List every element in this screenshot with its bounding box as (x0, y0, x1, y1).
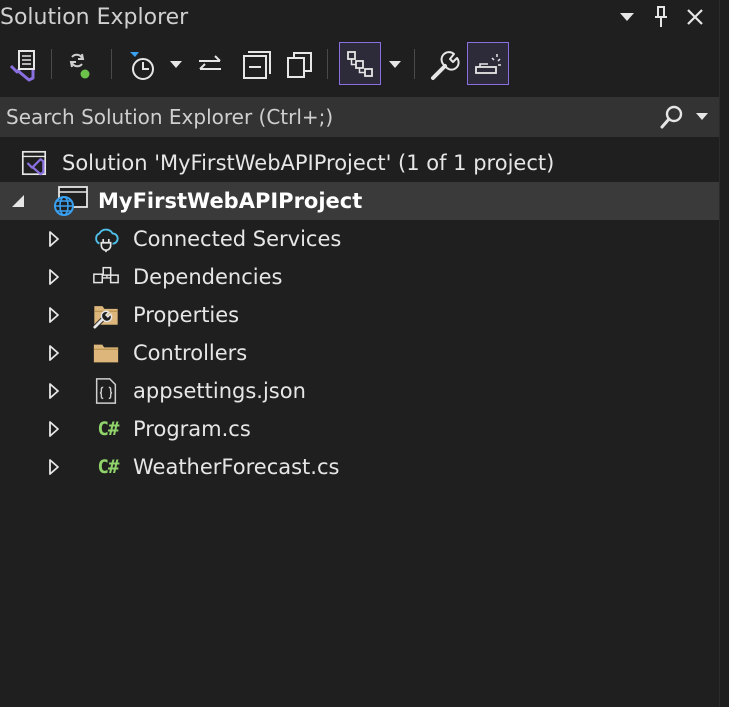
tree-node-solution[interactable]: Solution 'MyFirstWebAPIProject' (1 of 1 … (0, 144, 719, 182)
preview-selected-items-button[interactable] (467, 42, 509, 85)
close-icon (687, 9, 703, 25)
search-input[interactable] (6, 97, 646, 137)
tree-node-dependencies[interactable]: Dependencies (0, 258, 719, 296)
show-hierarchy-button[interactable] (339, 42, 381, 85)
properties-button[interactable] (422, 43, 466, 87)
chevron-down-icon (696, 113, 708, 120)
tree-node-label: WeatherForecast.cs (133, 455, 340, 479)
tree-node-label: Program.cs (133, 417, 251, 441)
vs-solution-icon (20, 149, 48, 177)
tree-node-label: MyFirstWebAPIProject (98, 189, 363, 213)
close-button[interactable] (682, 4, 708, 30)
tree-node-label: appsettings.json (133, 379, 306, 403)
arrows-left-right-icon (199, 55, 221, 70)
preview-icon (475, 53, 501, 74)
title-bar: Solution Explorer (0, 0, 729, 36)
search-button[interactable] (656, 103, 688, 131)
show-all-files-button[interactable] (277, 43, 321, 87)
hierarchy-icon (347, 50, 373, 77)
pending-changes-filter-dropdown[interactable] (166, 43, 186, 87)
collapsed-arrow-icon[interactable] (46, 230, 62, 248)
toolbar-separator (327, 49, 328, 79)
show-hierarchy-dropdown[interactable] (385, 43, 405, 87)
tree-node-connected-services[interactable]: Connected Services (0, 220, 719, 258)
tree-node-label: Properties (133, 303, 240, 327)
chevron-down-icon (389, 61, 401, 68)
tree-node-program-cs[interactable]: C# Program.cs (0, 410, 719, 448)
collapsed-arrow-icon[interactable] (46, 306, 62, 324)
tree-node-label: Solution 'MyFirstWebAPIProject' (1 of 1 … (62, 151, 555, 175)
collapsed-arrow-icon[interactable] (46, 458, 62, 476)
pin-button[interactable] (648, 4, 674, 30)
sync-with-document-button[interactable] (188, 43, 232, 87)
search-box (0, 97, 719, 137)
cloud-plug-icon (92, 225, 120, 253)
toolbar-separator (414, 49, 415, 79)
tree-node-weatherforecast-cs[interactable]: C# WeatherForecast.cs (0, 448, 719, 486)
dependencies-icon (92, 263, 120, 291)
tree-node-label: Connected Services (133, 227, 342, 251)
triangle-down-icon (620, 13, 634, 21)
pin-icon (655, 6, 667, 27)
toolbar-separator (111, 49, 112, 79)
pending-changes-filter-button[interactable] (118, 43, 162, 87)
collapsed-arrow-icon[interactable] (46, 420, 62, 438)
tree-node-label: Controllers (133, 341, 248, 365)
vs-solution-icon (9, 50, 35, 82)
collapsed-arrow-icon[interactable] (46, 268, 62, 286)
chevron-down-icon (170, 61, 182, 68)
collapse-all-button[interactable] (234, 43, 278, 87)
json-file-icon (92, 377, 120, 405)
collapsed-arrow-icon[interactable] (46, 382, 62, 400)
tree-node-project[interactable]: MyFirstWebAPIProject (0, 182, 719, 220)
switch-views-button[interactable] (0, 43, 44, 87)
copy-pages-icon (287, 52, 312, 78)
tree-node-properties[interactable]: Properties (0, 296, 719, 334)
tree-node-appsettings[interactable]: appsettings.json (0, 372, 719, 410)
collapse-all-icon (243, 51, 271, 79)
sync-icon (69, 53, 90, 79)
search-icon (660, 105, 683, 129)
csharp-file-icon: C# (97, 418, 120, 440)
expanded-arrow-icon[interactable] (10, 192, 26, 210)
window-position-menu-button[interactable] (614, 4, 640, 30)
tree-node-controllers[interactable]: Controllers (0, 334, 719, 372)
vertical-scrollbar[interactable] (719, 0, 729, 707)
wrench-icon (431, 51, 460, 80)
search-options-dropdown[interactable] (692, 103, 712, 131)
panel-title: Solution Explorer (0, 5, 189, 30)
web-project-globe-icon (52, 186, 92, 216)
folder-icon (92, 339, 120, 367)
history-clock-icon (130, 52, 154, 80)
collapsed-arrow-icon[interactable] (46, 344, 62, 362)
tree-node-label: Dependencies (133, 265, 283, 289)
toolbar-separator (51, 49, 52, 79)
folder-wrench-icon (92, 301, 120, 329)
sync-active-document-button[interactable] (56, 43, 100, 87)
csharp-file-icon: C# (97, 456, 120, 478)
toolbar (0, 40, 729, 92)
